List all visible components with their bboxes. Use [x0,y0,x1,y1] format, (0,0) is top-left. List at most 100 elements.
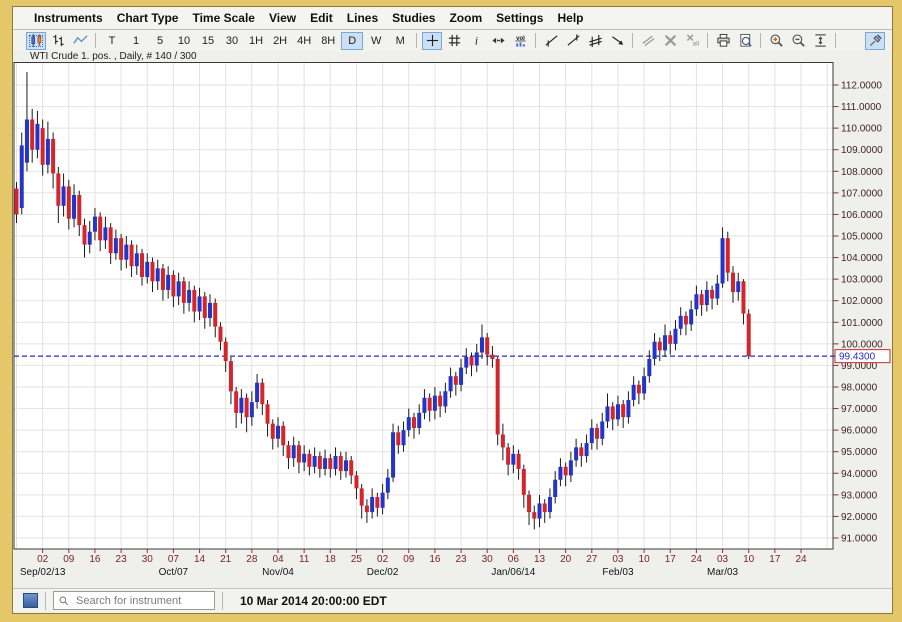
candle-body [668,335,673,344]
candle-body [307,453,312,467]
timeframe-5-button[interactable]: 5 [149,32,171,50]
timeframe-8h-button[interactable]: 8H [317,32,339,50]
candle-body [218,326,223,342]
move-parallel-button[interactable] [638,32,658,50]
candle-body [574,447,579,461]
price-tick-label: 107.0000 [841,188,883,199]
candle-body [77,195,82,226]
day-label: 24 [795,554,807,565]
trend-line-button[interactable] [541,32,561,50]
timeframe-15-button[interactable]: 15 [197,32,219,50]
volume-button[interactable]: vol [510,32,530,50]
pin-area [864,31,886,50]
zoom-in-button[interactable] [766,32,786,50]
candle-body [689,309,694,325]
candle-body [150,261,155,282]
candle-body [155,268,160,282]
delete-all-lines-icon: all [686,34,699,48]
menu-studies[interactable]: Studies [385,11,442,25]
pushpin-button[interactable] [865,31,885,50]
timeframe-10-button[interactable]: 10 [173,32,195,50]
candle-body [119,238,124,260]
price-tick-label: 105.0000 [841,231,883,242]
candlestick-chart-button[interactable] [26,31,46,50]
timeframe-4h-button[interactable]: 4H [293,32,315,50]
price-tick-label: 94.0000 [841,469,878,480]
menu-time-scale[interactable]: Time Scale [185,11,261,25]
menu-edit[interactable]: Edit [303,11,340,25]
timeframe-m-button[interactable]: M [389,32,411,50]
day-label: 02 [37,554,49,565]
timeframe-1h-button[interactable]: 1H [245,32,267,50]
candle-body [401,430,406,446]
menu-zoom[interactable]: Zoom [442,11,489,25]
candle-body [291,445,296,459]
day-label: 30 [142,554,154,565]
candle-body [683,315,688,325]
search-input[interactable] [74,593,210,608]
toolbar-separator [95,33,96,48]
info-button[interactable]: i [466,32,486,50]
candle-body [14,188,19,215]
candle-body [108,227,113,254]
fit-vertical-button[interactable] [810,32,830,50]
price-tick-label: 111.0000 [841,102,882,113]
grid-button[interactable] [444,32,464,50]
candle-body [296,445,301,463]
horizontal-scroll-button[interactable] [488,32,508,50]
candle-body [731,272,736,293]
volume-icon: vol [515,35,526,47]
candle-body [459,367,464,385]
timeframe-30-button[interactable]: 30 [221,32,243,50]
candle-body [197,296,202,312]
price-tick-label: 97.0000 [841,404,878,415]
toolbar-separator [632,33,634,48]
menu-view[interactable]: View [262,11,303,25]
vertical-trend-line-button[interactable] [563,32,583,50]
day-label: 14 [194,554,206,565]
menu-chart-type[interactable]: Chart Type [110,11,186,25]
candle-body [678,315,683,329]
candle-body [375,497,380,508]
ohlc-bars-chart-button[interactable] [48,32,68,50]
candle-body [464,356,469,368]
price-chart[interactable]: 91.0000 92.0000 93.0000 94.0000 95.0000 96.00… [13,62,892,586]
instrument-search-box[interactable] [53,591,215,610]
delete-all-lines-button[interactable]: all [682,32,702,50]
menu-lines[interactable]: Lines [340,11,385,25]
svg-text:i: i [475,35,478,47]
candle-body [479,337,484,353]
zoom-out-button[interactable] [788,32,808,50]
timeframe-d-button[interactable]: D [341,31,364,50]
timeframe-t-button[interactable]: T [101,32,123,50]
candle-body [61,186,66,206]
ray-line-button[interactable] [607,32,627,50]
timeframe-1-button[interactable]: 1 [125,32,147,50]
day-label: 30 [482,554,494,565]
candle-body [260,382,265,405]
timeframe-w-button[interactable]: W [365,32,387,50]
candle-body [427,397,432,411]
candle-body [725,238,730,273]
day-label: 21 [220,554,232,565]
candle-body [208,302,213,318]
candle-body [239,397,244,413]
menu-help[interactable]: Help [550,11,590,25]
print-button[interactable] [713,32,733,50]
candle-body [741,281,746,314]
price-tick-label: 112.0000 [841,81,882,92]
plot-background [14,62,833,549]
candle-body [720,238,725,284]
crosshair-button[interactable] [422,31,443,50]
parallel-lines-button[interactable] [585,32,605,50]
timeframe-2h-button[interactable]: 2H [269,32,291,50]
crosshair-icon [426,34,438,47]
candle-body [265,404,270,424]
print-preview-button[interactable] [735,32,755,50]
day-label: 10 [639,554,651,565]
candle-body [595,427,600,439]
line-chart-button[interactable] [70,32,90,50]
delete-line-button[interactable] [660,32,680,50]
menu-instruments[interactable]: Instruments [27,11,110,25]
menu-settings[interactable]: Settings [489,11,550,25]
